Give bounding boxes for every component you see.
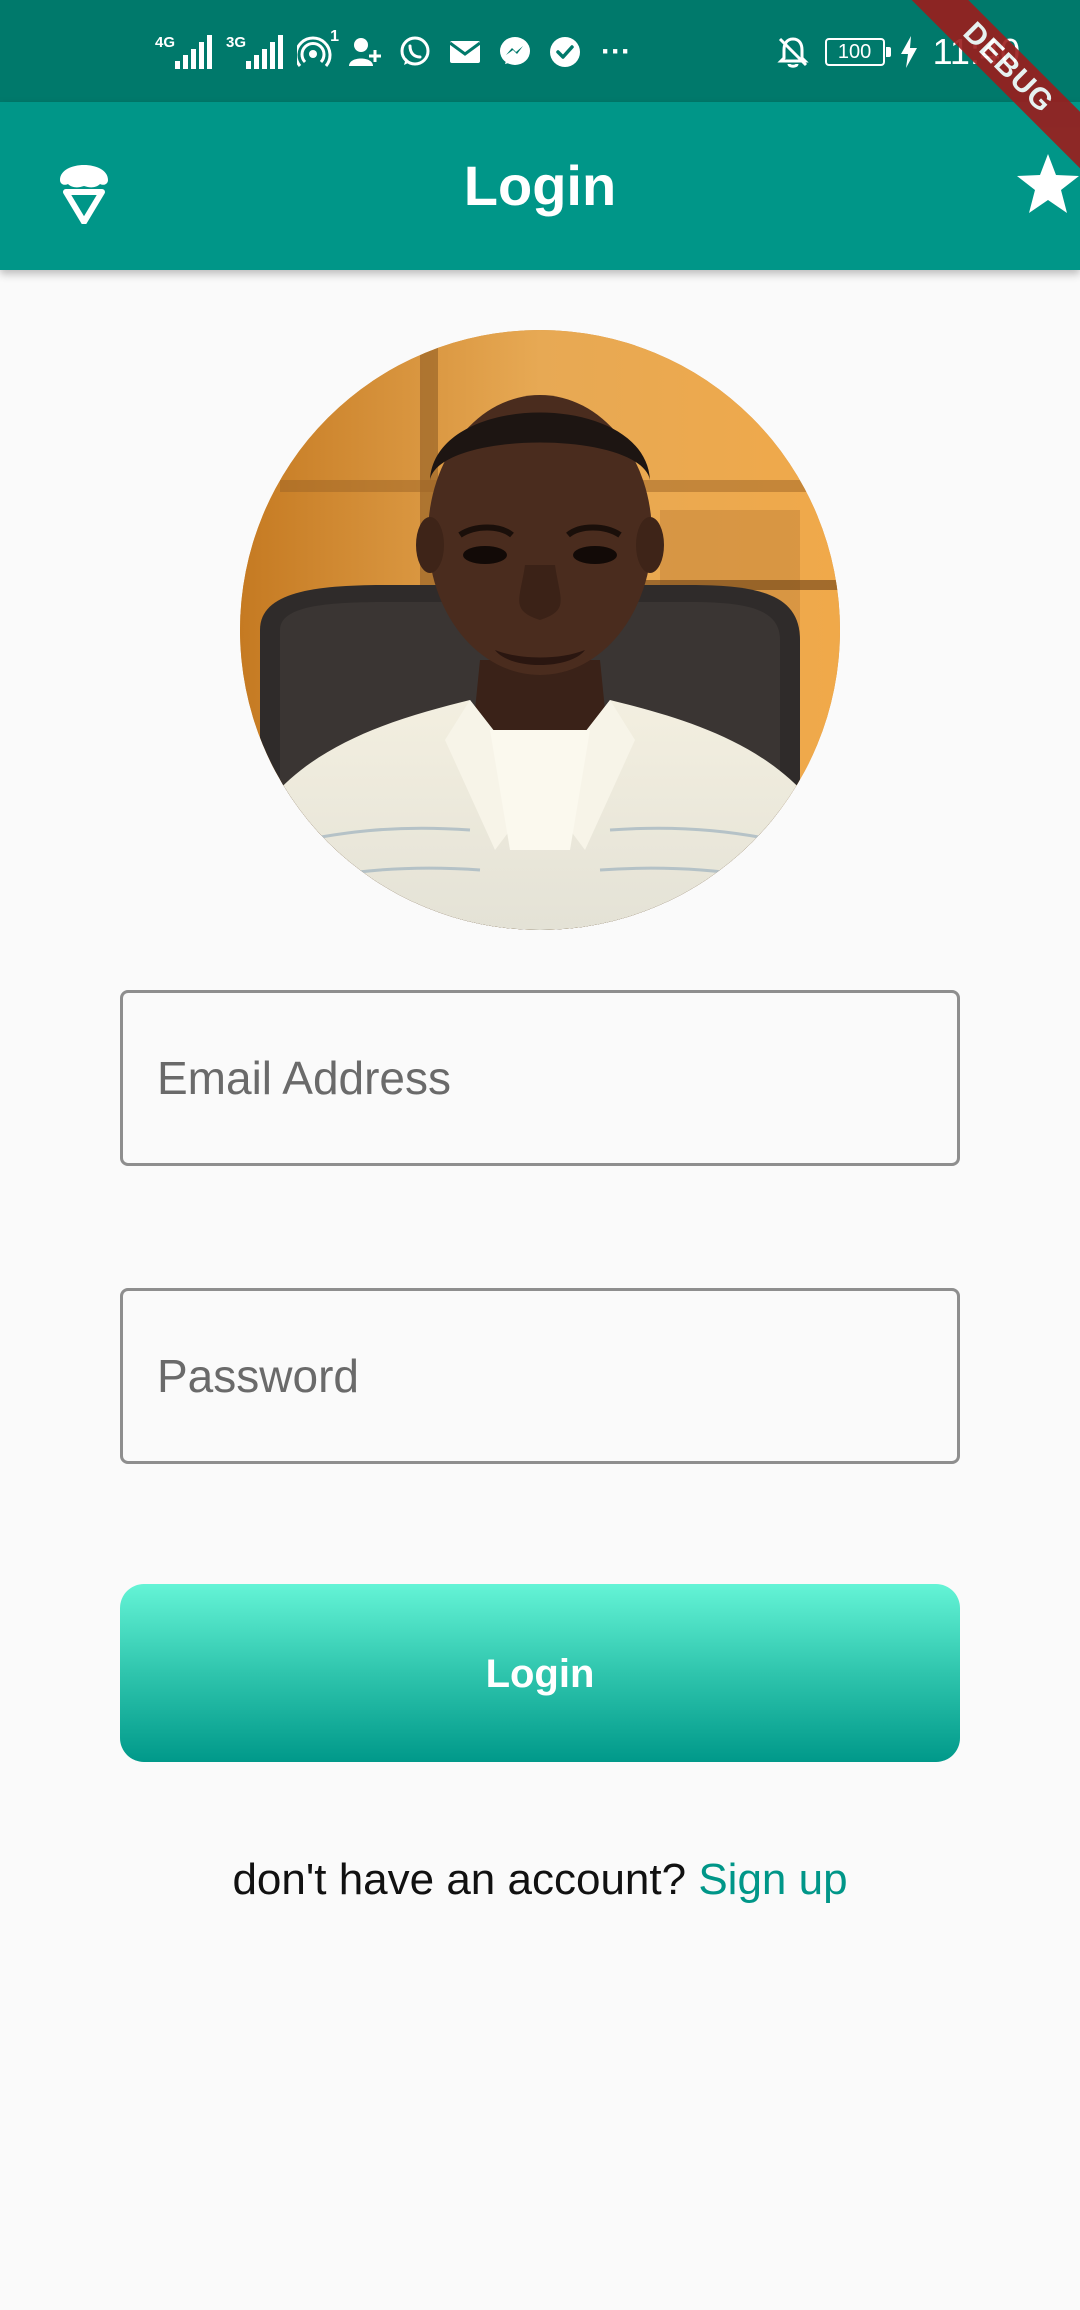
signup-prompt: don't have an account? Sign up: [0, 1848, 1080, 1912]
signal-4g-icon: 4G: [155, 35, 212, 69]
signal-3g-icon: 3G: [226, 35, 283, 69]
page-title: Login: [463, 154, 617, 217]
password-field[interactable]: [120, 1288, 960, 1464]
app-bar: Login: [0, 102, 1080, 270]
status-icons-right: 100 11:40: [775, 28, 1020, 76]
login-button[interactable]: Login: [120, 1584, 960, 1762]
profile-avatar: [240, 330, 840, 930]
battery-icon: 100: [824, 38, 891, 66]
status-bar: 4G 3G 1 ··· 100 11:40: [0, 0, 1080, 102]
charging-bolt-icon: [899, 34, 919, 70]
signal-4g-label: 4G: [155, 34, 176, 51]
bell-off-icon: [775, 34, 811, 70]
status-icons-left: 4G 3G 1 ···: [155, 28, 631, 74]
signup-prompt-text: don't have an account?: [232, 1855, 687, 1904]
password-input[interactable]: [123, 1291, 957, 1461]
whatsapp-icon: [397, 34, 433, 70]
star-icon[interactable]: [1016, 152, 1080, 216]
signup-link[interactable]: Sign up: [698, 1855, 847, 1904]
hotspot-icon: 1: [297, 28, 339, 70]
mail-icon: [447, 34, 483, 70]
clock: 11:40: [932, 31, 1020, 72]
email-field[interactable]: [120, 990, 960, 1166]
more-notifications-icon: ···: [601, 35, 631, 68]
email-input[interactable]: [123, 993, 957, 1163]
messenger-icon: [497, 34, 533, 70]
check-circle-icon: [547, 34, 583, 70]
hotspot-count: 1: [330, 28, 339, 45]
add-contact-icon: [347, 34, 383, 70]
signal-3g-label: 3G: [226, 34, 247, 51]
